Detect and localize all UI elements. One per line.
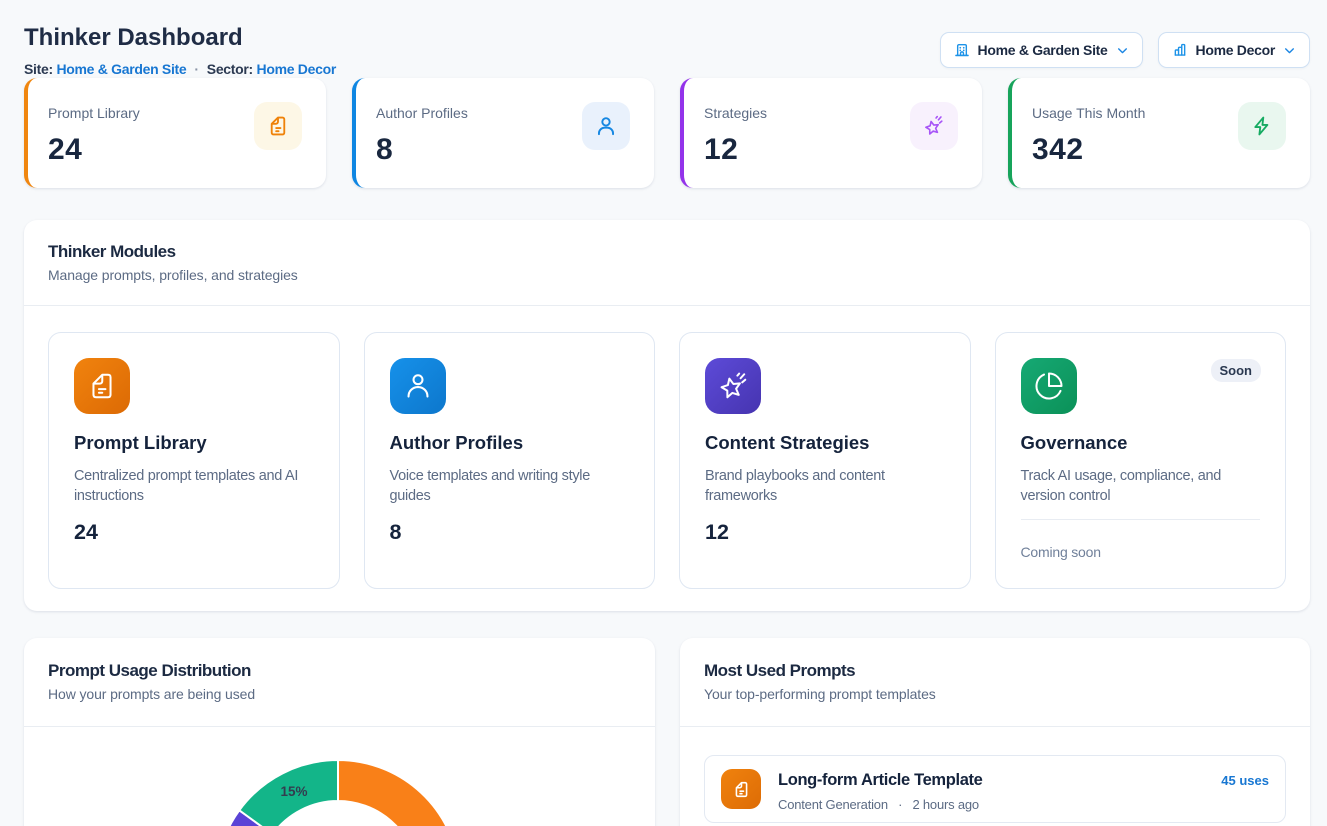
svg-text:15%: 15% xyxy=(280,784,307,799)
